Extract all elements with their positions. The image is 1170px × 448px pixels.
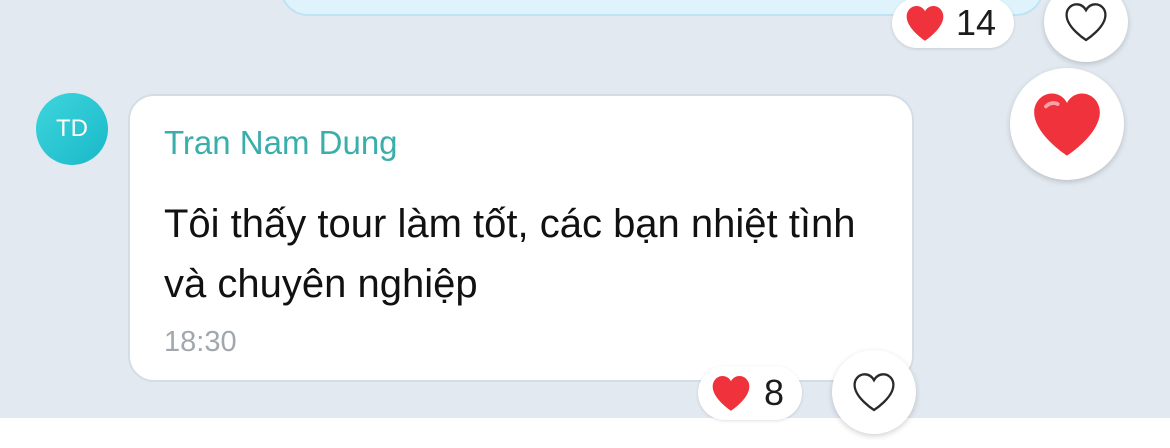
react-button[interactable] xyxy=(1044,0,1128,62)
message-reaction-pill[interactable]: 8 xyxy=(698,366,802,420)
sender-name[interactable]: Tran Nam Dung xyxy=(164,124,398,162)
message-time: 18:30 xyxy=(164,326,237,358)
heart-icon xyxy=(710,374,752,412)
heart-reaction-icon xyxy=(1029,90,1105,158)
previous-reaction-pill[interactable]: 14 xyxy=(892,0,1014,48)
message-bubble[interactable]: Tran Nam Dung Tôi thấy tour làm tốt, các… xyxy=(128,94,914,382)
quick-heart-reaction-button[interactable] xyxy=(1010,68,1124,180)
heart-icon xyxy=(904,4,946,42)
avatar[interactable]: TD xyxy=(36,93,108,165)
heart-outline-icon xyxy=(1063,1,1109,43)
reaction-count: 14 xyxy=(956,2,997,43)
bottom-bar xyxy=(0,418,1170,448)
reaction-count: 8 xyxy=(764,372,785,413)
heart-outline-icon xyxy=(851,371,897,413)
message-text: Tôi thấy tour làm tốt, các bạn nhiệt tìn… xyxy=(164,202,856,306)
react-button[interactable] xyxy=(832,350,916,434)
